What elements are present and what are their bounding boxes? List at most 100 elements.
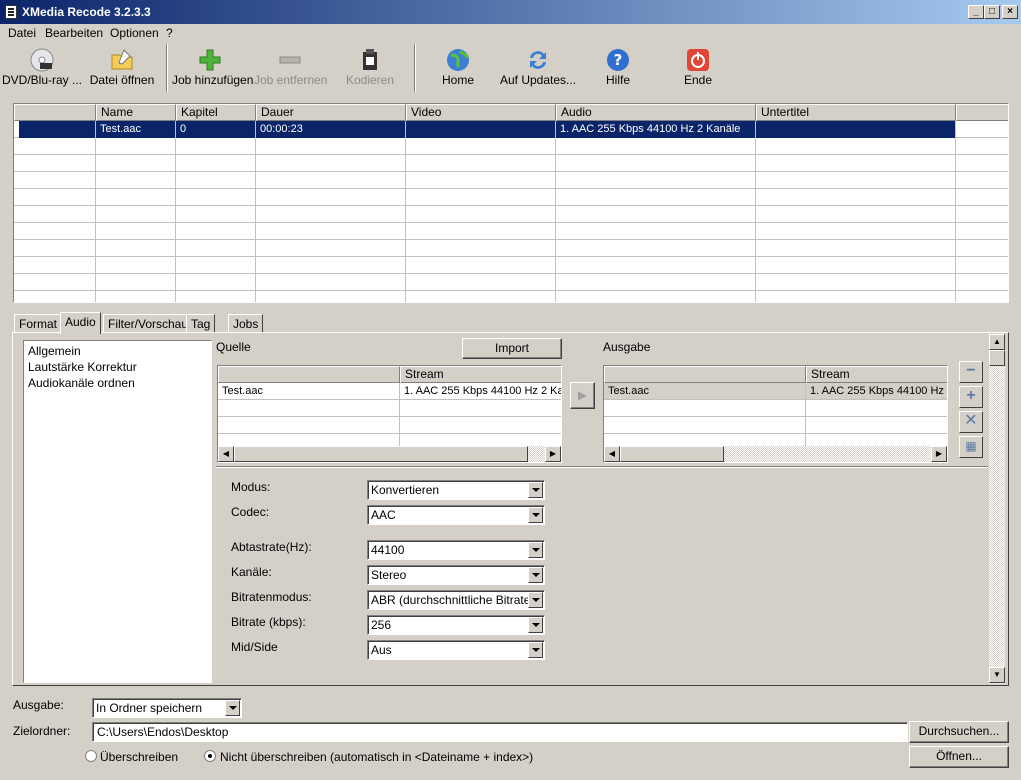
menu-bearbeiten[interactable]: Bearbeiten xyxy=(45,26,103,40)
column-header-audio[interactable]: Audio xyxy=(556,104,756,121)
menu-help[interactable]: ? xyxy=(166,26,173,40)
samplerate-select[interactable]: 44100 xyxy=(367,540,545,560)
import-button[interactable]: Import xyxy=(462,338,562,359)
output-stream-list[interactable]: Stream Test.aac 1. AAC 255 Kbps 44100 Hz… xyxy=(603,365,948,463)
chevron-down-icon[interactable] xyxy=(528,642,543,658)
chevron-down-icon[interactable] xyxy=(528,592,543,608)
nav-item-volume-correction[interactable]: Lautstärke Korrektur xyxy=(28,360,137,374)
audio-settings-nav[interactable]: Allgemein Lautstärke Korrektur Audiokanä… xyxy=(23,340,212,683)
column-header-file[interactable] xyxy=(604,366,806,383)
column-header-duration[interactable]: Dauer xyxy=(256,104,406,121)
list-item xyxy=(218,400,561,417)
table-cell xyxy=(756,155,956,172)
column-header-name[interactable]: Name xyxy=(96,104,176,121)
channels-select[interactable]: Stereo xyxy=(367,565,545,585)
output-hscrollbar[interactable]: ◀ ▶ xyxy=(604,446,947,462)
column-header-file[interactable] xyxy=(218,366,400,383)
chevron-down-icon[interactable] xyxy=(528,567,543,583)
table-cell xyxy=(96,189,176,206)
scroll-thumb[interactable] xyxy=(620,446,724,462)
overwrite-label[interactable]: Überschreiben xyxy=(100,750,178,764)
table-row xyxy=(14,138,1008,155)
stream-settings-button[interactable]: ▦ xyxy=(959,436,983,458)
mode-select[interactable]: Konvertieren xyxy=(367,480,545,500)
scroll-left-icon[interactable]: ◀ xyxy=(604,446,620,462)
open-file-button[interactable]: Datei öffnen xyxy=(88,44,156,94)
bitrate-select[interactable]: 256 xyxy=(367,615,545,635)
tab-filter-preview[interactable]: Filter/Vorschau xyxy=(103,314,194,333)
table-cell xyxy=(176,291,256,302)
list-item[interactable]: Test.aac 1. AAC 255 Kbps 44100 Hz 2 Kanä… xyxy=(604,383,947,400)
column-header-video[interactable]: Video xyxy=(406,104,556,121)
table-cell xyxy=(556,240,756,257)
source-hscrollbar[interactable]: ◀ ▶ xyxy=(218,446,561,462)
open-folder-button[interactable]: Öffnen... xyxy=(909,746,1009,768)
tab-jobs[interactable]: Jobs xyxy=(228,314,264,333)
column-header-stream[interactable]: Stream xyxy=(400,366,561,383)
table-cell xyxy=(256,291,406,302)
tab-tag[interactable]: Tag xyxy=(186,314,216,333)
scroll-thumb[interactable] xyxy=(234,446,528,462)
column-header-check[interactable] xyxy=(14,104,96,121)
column-header-subtitle[interactable]: Untertitel xyxy=(756,104,956,121)
codec-select[interactable]: AAC xyxy=(367,505,545,525)
column-header-stream[interactable]: Stream xyxy=(806,366,947,383)
nav-item-general[interactable]: Allgemein xyxy=(28,344,81,358)
scroll-right-icon[interactable]: ▶ xyxy=(545,446,561,462)
close-icon[interactable]: × xyxy=(1002,5,1018,19)
scroll-up-icon[interactable]: ▲ xyxy=(989,334,1005,350)
no-overwrite-label[interactable]: Nicht überschreiben (automatisch in <Dat… xyxy=(220,750,533,764)
browse-button[interactable]: Durchsuchen... xyxy=(909,721,1009,743)
list-item[interactable]: Test.aac 1. AAC 255 Kbps 44100 Hz 2 Kanä… xyxy=(218,383,561,400)
tab-format[interactable]: Format xyxy=(14,314,63,333)
help-icon: ? xyxy=(607,49,629,71)
midside-select[interactable]: Aus xyxy=(367,640,545,660)
maximize-icon[interactable]: □ xyxy=(984,5,1000,19)
dvd-bluray-button[interactable]: DVD/Blu-ray ... xyxy=(2,44,82,94)
add-stream-arrow-button[interactable]: ▶ xyxy=(570,382,595,409)
panel-vscrollbar[interactable]: ▲ ▼ xyxy=(989,334,1005,684)
scroll-down-icon[interactable]: ▼ xyxy=(989,667,1005,683)
chevron-down-icon[interactable] xyxy=(528,617,543,633)
minus-icon xyxy=(279,56,301,64)
table-cell xyxy=(176,189,256,206)
help-button[interactable]: ? Hilfe xyxy=(600,44,636,94)
scroll-thumb[interactable] xyxy=(989,350,1005,366)
target-folder-input[interactable]: C:\Users\Endos\Desktop xyxy=(92,722,908,742)
table-row[interactable]: Test.aac 0 00:00:23 1. AAC 255 Kbps 4410… xyxy=(14,121,1008,138)
table-cell xyxy=(14,223,96,240)
table-cell xyxy=(406,138,556,155)
bitrate-label: Bitrate (kbps): xyxy=(231,615,306,629)
menu-optionen[interactable]: Optionen xyxy=(110,26,159,40)
add-stream-button[interactable]: + xyxy=(959,386,983,408)
job-list[interactable]: Name Kapitel Dauer Video Audio Untertite… xyxy=(13,103,1009,303)
chevron-down-icon[interactable] xyxy=(528,482,543,498)
chevron-down-icon[interactable] xyxy=(225,700,240,716)
scroll-right-icon[interactable]: ▶ xyxy=(931,446,947,462)
overwrite-radio[interactable] xyxy=(85,750,97,762)
minimize-icon[interactable]: _ xyxy=(968,5,984,19)
home-button[interactable]: Home xyxy=(436,44,480,94)
scroll-left-icon[interactable]: ◀ xyxy=(218,446,234,462)
check-updates-button[interactable]: Auf Updates... xyxy=(500,44,576,94)
remove-stream-button[interactable]: − xyxy=(959,361,983,383)
remove-job-button[interactable]: Job entfernen xyxy=(254,44,327,94)
exit-button[interactable]: Ende xyxy=(680,44,716,94)
add-job-button[interactable]: Job hinzufügen xyxy=(172,44,253,94)
no-overwrite-radio[interactable] xyxy=(204,750,216,762)
chevron-down-icon[interactable] xyxy=(528,507,543,523)
tab-audio[interactable]: Audio xyxy=(60,312,101,334)
bitratemode-select[interactable]: ABR (durchschnittliche Bitrate) xyxy=(367,590,545,610)
encode-button[interactable]: Kodieren xyxy=(342,44,398,94)
table-cell xyxy=(14,189,96,206)
chevron-down-icon[interactable] xyxy=(528,542,543,558)
source-stream-list[interactable]: Stream Test.aac 1. AAC 255 Kbps 44100 Hz… xyxy=(217,365,562,463)
clear-streams-button[interactable]: ✕ xyxy=(959,411,983,433)
table-cell xyxy=(406,155,556,172)
table-cell xyxy=(556,138,756,155)
output-mode-select[interactable]: In Ordner speichern xyxy=(92,698,242,718)
table-cell xyxy=(256,257,406,274)
column-header-chapter[interactable]: Kapitel xyxy=(176,104,256,121)
nav-item-channel-order[interactable]: Audiokanäle ordnen xyxy=(28,376,135,390)
menu-datei[interactable]: Datei xyxy=(8,26,36,40)
